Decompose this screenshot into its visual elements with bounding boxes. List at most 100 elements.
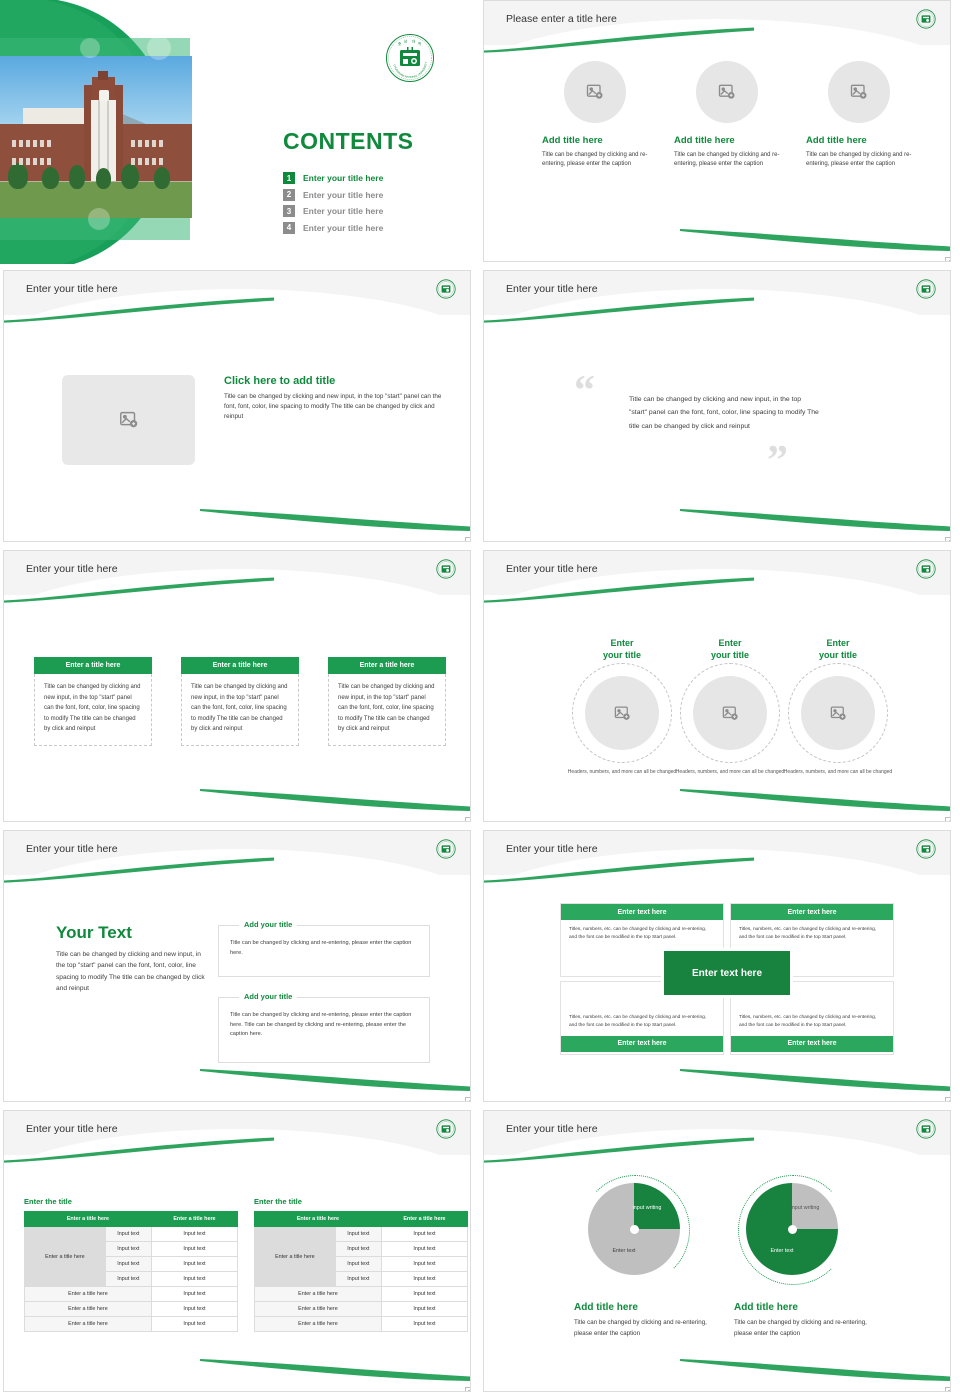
slide-page-number: 15	[945, 1387, 950, 1391]
toc-item-2[interactable]: 2 Enter your title here	[283, 188, 473, 201]
toc-item-1[interactable]: 1 Enter your title here	[283, 172, 473, 184]
pie-slice-label: input writing	[790, 1205, 820, 1211]
info-card[interactable]: Enter a title here Title can be changed …	[34, 657, 152, 746]
add-image-icon	[119, 411, 137, 428]
image-placeholder[interactable]	[801, 676, 875, 751]
table-row: Enter a title here Input text	[254, 1301, 469, 1317]
university-logo: 충남 대학 CHUNGNAM NATIONAL UNIVERSITY	[385, 33, 435, 83]
slide-page-number: 13	[465, 1387, 470, 1391]
image-placeholder[interactable]	[585, 676, 659, 751]
slide-body: “ ” Title can be changed by clicking and…	[484, 315, 950, 541]
slide-your-text[interactable]: Enter your title here Your Text Title ca…	[0, 830, 480, 1110]
decorative-dot	[147, 36, 171, 60]
note-box[interactable]: Add your title Title can be changed by c…	[218, 920, 430, 977]
slide-three-circles[interactable]: Please enter a title here Add title here…	[480, 0, 960, 270]
table-cell: Input text	[334, 1241, 382, 1257]
university-logo	[916, 9, 936, 29]
data-table[interactable]: Enter a title here Enter a title here En…	[254, 1211, 469, 1332]
table-cell: Enter a title here	[24, 1301, 152, 1317]
contents-list: 1 Enter your title here 2 Enter your tit…	[283, 172, 473, 238]
slide-page-number: 7	[945, 817, 950, 821]
add-image-icon	[850, 84, 867, 99]
slide-canvas: Please enter a title here Add title here…	[483, 0, 951, 262]
box-body: Titles, numbers, etc. can be changed by …	[569, 927, 707, 940]
toc-item-4[interactable]: 4 Enter your title here	[283, 221, 473, 234]
slide-four-boxes[interactable]: Enter your title here Enter text here Ti…	[480, 830, 960, 1110]
box-title: Enter text here	[731, 1035, 893, 1052]
toc-number: 4	[283, 221, 295, 234]
university-logo	[436, 279, 456, 299]
note-box[interactable]: Add your title Title can be changed by c…	[218, 992, 430, 1063]
table-cell: Input text	[380, 1286, 469, 1302]
card-body: Title can be changed by clicking and new…	[34, 674, 152, 746]
slide-quote[interactable]: Enter your title here “ ” Title can be c…	[480, 270, 960, 550]
slide-pie-charts[interactable]: Enter your title here input writing Ente…	[480, 1110, 960, 1400]
slide-canvas: Enter your title here Your Text Title ca…	[3, 830, 471, 1102]
table-cell: Input text	[380, 1301, 469, 1317]
table-cell: Enter a title here	[254, 1286, 382, 1302]
add-image-icon	[722, 706, 738, 720]
university-logo	[436, 559, 456, 579]
table-header-row: Enter a title here Enter a title here	[254, 1211, 469, 1227]
slide-three-cards[interactable]: Enter your title here Enter a title here…	[0, 550, 480, 830]
svg-text:학: 학	[418, 41, 422, 46]
data-table[interactable]: Enter a title here Enter a title here En…	[24, 1211, 239, 1332]
ring-outline	[788, 663, 888, 764]
box-title: Enter text here	[561, 1035, 723, 1052]
table-cell: Input text	[150, 1301, 239, 1317]
decorative-dot	[88, 208, 110, 230]
image-placeholder[interactable]	[828, 61, 890, 123]
feature-body: Title can be changed by clicking and re-…	[674, 152, 780, 168]
chart-title: Add title here	[734, 1302, 798, 1313]
slide-header-title: Enter your title here	[506, 843, 598, 855]
chart-body: Title can be changed by clicking and re-…	[574, 1319, 707, 1338]
slide-canvas: Enter your title here Enter your title H…	[483, 550, 951, 822]
content-body: Title can be changed by clicking and new…	[224, 393, 442, 420]
quote-text: Title can be changed by clicking and new…	[629, 396, 819, 430]
feature-column: Add title here Title can be changed by c…	[674, 61, 784, 170]
table-header-cell: Enter a title here	[380, 1211, 469, 1227]
note-body: Title can be changed by clicking and re-…	[230, 1012, 412, 1037]
card-body: Title can be changed by clicking and new…	[328, 674, 446, 746]
svg-text:충: 충	[398, 41, 402, 46]
slide-header-title: Enter your title here	[26, 563, 118, 575]
info-card[interactable]: Enter a title here Title can be changed …	[328, 657, 446, 746]
pie-chart-1[interactable]	[588, 1183, 680, 1275]
table-cell: Input text	[104, 1256, 152, 1272]
green-swoosh-bottom	[199, 789, 470, 811]
toc-item-3[interactable]: 3 Enter your title here	[283, 205, 473, 217]
university-logo	[916, 839, 936, 859]
table-header-cell: Enter a title here	[254, 1211, 382, 1227]
box-title: Enter text here	[731, 904, 893, 920]
slide-canvas: Enter your title here Enter text here Ti…	[483, 830, 951, 1102]
box-title: Enter text here	[561, 904, 723, 920]
box-body: Titles, numbers, etc. can be changed by …	[569, 1015, 707, 1028]
table-row: Enter a title here Input text Input text	[254, 1226, 469, 1287]
headline-body: Title can be changed by clicking and new…	[56, 951, 205, 992]
pie-chart-2[interactable]	[746, 1183, 838, 1275]
center-callout[interactable]: Enter text here	[664, 951, 790, 995]
table-cell: Input text	[334, 1226, 382, 1242]
ring-outline	[680, 663, 780, 764]
slide-image-text[interactable]: Enter your title here Click here to add …	[0, 270, 480, 550]
slide-cover[interactable]: 충남 대학 CHUNGNAM NATIONAL UNIVERSITY CONTE…	[0, 0, 480, 270]
table-cell: Input text	[380, 1241, 469, 1257]
slide-body: Your Text Title can be changed by clicki…	[4, 875, 470, 1101]
pie-slice-label: input writing	[632, 1205, 662, 1211]
slide-page-number: 9	[945, 1097, 950, 1101]
slide-three-rings[interactable]: Enter your title here Enter your title H…	[480, 550, 960, 830]
image-placeholder[interactable]	[62, 375, 195, 465]
info-card[interactable]: Enter a title here Title can be changed …	[181, 657, 299, 746]
table-group-label: Enter a title here	[24, 1226, 106, 1287]
table-group-label: Enter a title here	[254, 1226, 336, 1287]
slide-tables[interactable]: Enter your title here Enter the title En…	[0, 1110, 480, 1400]
image-placeholder[interactable]	[693, 676, 767, 751]
image-placeholder[interactable]	[696, 61, 758, 123]
slide-canvas: Enter your title here Enter a title here…	[3, 550, 471, 822]
card-title: Enter a title here	[328, 657, 446, 674]
image-placeholder[interactable]	[564, 61, 626, 123]
table-caption: Enter the title	[254, 1197, 302, 1206]
table-cell: Input text	[150, 1316, 239, 1332]
slide-header-title: Enter your title here	[506, 563, 598, 575]
table-cell: Enter a title here	[24, 1316, 152, 1332]
